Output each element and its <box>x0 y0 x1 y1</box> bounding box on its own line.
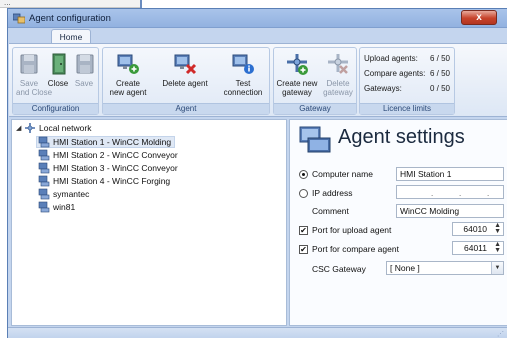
ribbon-group-configuration: Save and Close Close Save Configuration <box>12 47 99 115</box>
save-button[interactable]: Save <box>72 51 96 88</box>
upload-agents-value: 6 / 50 <box>429 54 450 63</box>
compare-agents-row: Compare agents: 6 / 50 <box>364 69 452 78</box>
create-new-gateway-button[interactable]: Create new gateway <box>276 51 318 97</box>
window-close-button[interactable]: x <box>461 10 497 25</box>
background-window: ... <box>0 0 140 8</box>
gateways-value: 0 / 50 <box>429 84 450 93</box>
compare-port-label: Port for compare agent <box>312 244 399 254</box>
tree-item-agent[interactable]: HMI Station 1 - WinCC Molding <box>36 136 176 148</box>
agent-settings-panel: Agent settings Computer name HMI Station… <box>289 119 507 326</box>
background-dots: ... <box>4 0 11 7</box>
ip-dot: . <box>431 189 434 198</box>
agent-settings-icon <box>299 126 331 153</box>
ribbon-group-label: Licence limits <box>360 103 454 114</box>
compare-agents-value: 6 / 50 <box>429 69 450 78</box>
spin-arrows-icon[interactable]: ▲ ▼ <box>494 241 501 254</box>
ribbon-group-label: Agent <box>103 103 269 114</box>
computer-icon <box>38 136 50 148</box>
tab-home[interactable]: Home <box>51 29 91 44</box>
compare-agents-label: Compare agents: <box>364 69 426 78</box>
tree-root-local-network[interactable]: Local network <box>24 122 91 134</box>
ribbon-group-agent: Create new agent Delete agent Test conne… <box>102 47 270 115</box>
upload-port-stepper[interactable]: 64010 ▲ ▼ <box>452 222 504 236</box>
ip-address-radio[interactable] <box>299 189 308 198</box>
upload-port-label: Port for upload agent <box>312 225 392 235</box>
csc-gateway-select[interactable]: [ None ] ▼ <box>386 261 504 275</box>
window-title: Agent configuration <box>29 13 111 24</box>
close-door-icon <box>52 53 66 75</box>
delete-agent-icon <box>174 54 197 75</box>
delete-gateway-button[interactable]: Delete gateway <box>322 51 354 97</box>
csc-gateway-label: CSC Gateway <box>312 264 366 274</box>
spin-arrows-icon[interactable]: ▲ ▼ <box>494 222 501 235</box>
computer-icon <box>38 149 50 161</box>
resize-grip-icon[interactable]: ⋰ <box>497 330 504 338</box>
upload-agents-row: Upload agents: 6 / 50 <box>364 54 452 63</box>
ip-address-input[interactable]: . . . <box>396 185 504 199</box>
tree-item-agent[interactable]: HMI Station 2 - WinCC Conveyor <box>38 149 178 161</box>
ribbon-group-licence-limits: Upload agents: 6 / 50 Compare agents: 6 … <box>359 47 455 115</box>
test-connection-icon <box>232 54 254 74</box>
tree-item-agent[interactable]: win81 <box>38 201 75 213</box>
computer-icon <box>38 188 50 200</box>
tree-expander-icon[interactable]: ◢ <box>16 124 21 132</box>
upload-agents-label: Upload agents: <box>364 54 418 63</box>
computer-icon <box>38 175 50 187</box>
ip-dot: . <box>459 189 462 198</box>
compare-port-checkbox[interactable]: ✔ <box>299 245 308 254</box>
computer-icon <box>38 162 50 174</box>
gateways-row: Gateways: 0 / 50 <box>364 84 452 93</box>
close-button[interactable]: Close <box>46 51 70 88</box>
csc-gateway-value: [ None ] <box>390 263 420 273</box>
ribbon-group-label: Configuration <box>13 103 98 114</box>
compare-port-value: 64011 <box>463 243 487 253</box>
app-icon <box>13 13 25 24</box>
delete-agent-button[interactable]: Delete agent <box>155 51 215 88</box>
computer-name-label: Computer name <box>312 169 373 179</box>
check-icon: ✔ <box>300 226 307 235</box>
check-icon: ✔ <box>300 245 307 254</box>
close-icon: x <box>476 12 482 23</box>
create-new-agent-button[interactable]: Create new agent <box>105 51 151 97</box>
agent-configuration-window: Agent configuration x Home Save and Clos… <box>7 8 507 338</box>
network-icon <box>25 123 35 133</box>
chevron-down-icon[interactable]: ▼ <box>491 262 503 274</box>
computer-name-radio[interactable] <box>299 170 308 179</box>
ribbon: Save and Close Close Save Configuration … <box>9 43 507 117</box>
agent-tree[interactable]: ◢ Local network HMI Station 1 - WinCC Mo… <box>11 119 287 326</box>
save-and-close-button[interactable]: Save and Close <box>16 51 52 97</box>
tree-item-agent[interactable]: HMI Station 3 - WinCC Conveyor <box>38 162 178 174</box>
save-icon <box>76 54 94 74</box>
add-agent-icon <box>117 54 139 74</box>
comment-input[interactable]: WinCC Molding <box>396 204 504 218</box>
test-connection-button[interactable]: Test connection <box>219 51 267 97</box>
save-and-close-icon <box>20 54 38 74</box>
computer-icon <box>38 201 50 213</box>
delete-gateway-icon <box>328 54 348 74</box>
upload-port-checkbox[interactable]: ✔ <box>299 226 308 235</box>
ip-dot: . <box>487 189 490 198</box>
ip-address-label: IP address <box>312 188 353 198</box>
add-gateway-icon <box>287 54 308 75</box>
status-bar: ⋰ <box>8 327 507 338</box>
gateways-label: Gateways: <box>364 84 402 93</box>
compare-port-stepper[interactable]: 64011 ▲ ▼ <box>452 241 504 255</box>
ribbon-group-label: Gateway <box>274 103 356 114</box>
upload-port-value: 64010 <box>463 224 487 234</box>
computer-name-input[interactable]: HMI Station 1 <box>396 167 504 181</box>
title-bar[interactable]: Agent configuration x <box>8 9 507 28</box>
settings-title: Agent settings <box>338 126 465 148</box>
ribbon-group-gateway: Create new gateway Delete gateway Gatewa… <box>273 47 357 115</box>
tree-item-agent[interactable]: symantec <box>38 188 89 200</box>
comment-label: Comment <box>312 206 349 216</box>
tree-item-agent[interactable]: HMI Station 4 - WinCC Forging <box>38 175 170 187</box>
